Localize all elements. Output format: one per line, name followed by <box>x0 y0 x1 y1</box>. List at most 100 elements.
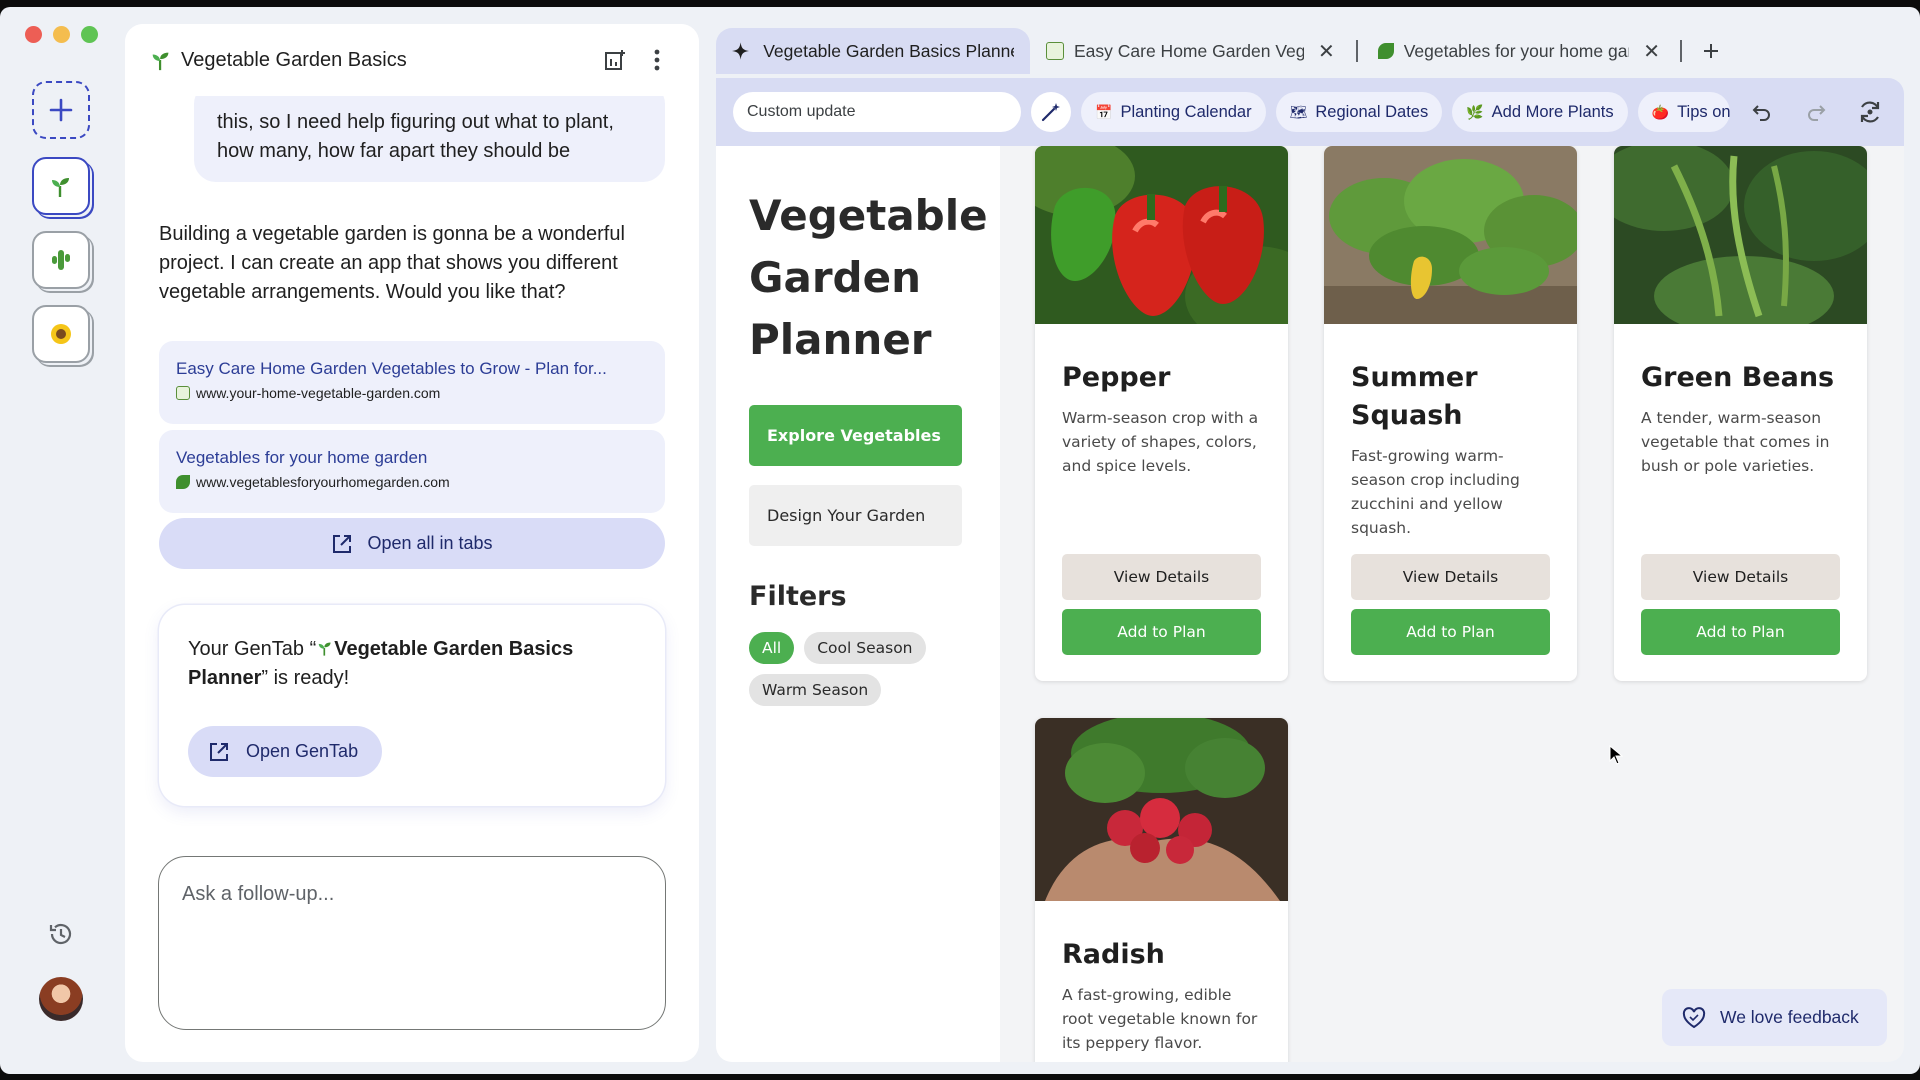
add-to-dashboard-button[interactable] <box>597 42 633 78</box>
close-window-button[interactable] <box>25 26 42 43</box>
card-actions: View Details Add to Plan <box>1641 554 1840 655</box>
open-external-icon <box>333 534 352 553</box>
feedback-button[interactable]: We love feedback <box>1662 989 1887 1046</box>
chip-label: Tips on <box>1677 102 1730 121</box>
plus-icon <box>49 98 73 122</box>
card-title: Green Beans <box>1641 362 1835 393</box>
window-controls <box>25 26 98 43</box>
close-tab-icon[interactable]: ✕ <box>1318 39 1335 64</box>
leaf-icon: 🌿 <box>1466 103 1484 120</box>
tab-easy-care[interactable]: Easy Care Home Garden Vegetables ✕ <box>1030 28 1352 74</box>
dashboard-add-icon <box>605 50 625 70</box>
card-actions: View Details Add to Plan <box>1062 554 1261 655</box>
sprout-icon <box>319 642 331 656</box>
site-favicon-icon <box>176 386 190 400</box>
view-details-button[interactable]: View Details <box>1641 554 1840 600</box>
project-cactus[interactable] <box>32 231 90 289</box>
more-vert-icon <box>654 49 660 71</box>
refresh-icon <box>1860 101 1879 123</box>
undo-icon <box>1752 105 1770 121</box>
source-link-vegetables[interactable]: Vegetables for your home garden www.vege… <box>159 430 665 513</box>
view-details-button[interactable]: View Details <box>1062 554 1261 600</box>
explore-vegetables-button[interactable]: Explore Vegetables <box>749 405 962 466</box>
chip-planting-calendar[interactable]: 📅 Planting Calendar <box>1081 92 1266 132</box>
add-to-plan-button[interactable]: Add to Plan <box>1641 609 1840 655</box>
avatar[interactable] <box>39 977 83 1021</box>
user-message: this, so I need help figuring out what t… <box>194 82 665 182</box>
close-tab-icon[interactable]: ✕ <box>1643 39 1660 64</box>
follow-up-input[interactable]: Ask a follow-up... <box>158 856 666 1030</box>
card-description: A fast-growing, edible root vegetable kn… <box>1062 986 1258 1052</box>
sunflower-icon <box>51 324 71 344</box>
follow-up-placeholder: Ask a follow-up... <box>182 883 335 905</box>
open-external-icon <box>210 742 228 761</box>
maximize-window-button[interactable] <box>81 26 98 43</box>
chip-label: Add More Plants <box>1491 102 1614 121</box>
source-url-row: www.vegetablesforyourhomegarden.com <box>176 474 648 490</box>
chat-title: Vegetable Garden Basics <box>181 48 407 71</box>
sprout-icon <box>152 52 169 71</box>
filter-cool-season[interactable]: Cool Season <box>804 632 926 664</box>
chip-add-more-plants[interactable]: 🌿 Add More Plants <box>1452 92 1628 132</box>
magic-wand-button[interactable] <box>1031 92 1071 132</box>
add-to-plan-button[interactable]: Add to Plan <box>1062 609 1261 655</box>
pepper-image <box>1035 146 1288 346</box>
leaf-favicon-icon <box>176 475 190 489</box>
tab-vegetables-home-garden[interactable]: Vegetables for your home garden ✕ <box>1362 28 1676 74</box>
redo-icon <box>1807 105 1826 121</box>
open-all-label: Open all in tabs <box>367 533 493 553</box>
chip-regional-dates[interactable]: 🗺 Regional Dates <box>1275 92 1443 132</box>
page-title: Vegetable Garden Planner <box>749 191 988 364</box>
tab-label: Easy Care Home Garden Vegetables <box>1074 40 1304 61</box>
squash-image <box>1324 146 1577 324</box>
refresh-button[interactable] <box>1848 92 1892 132</box>
filter-all[interactable]: All <box>749 632 795 664</box>
source-url: www.your-home-vegetable-garden.com <box>196 385 441 401</box>
view-details-button[interactable]: View Details <box>1351 554 1550 600</box>
source-url-row: www.your-home-vegetable-garden.com <box>176 385 648 401</box>
plus-icon <box>1704 44 1718 58</box>
gentab-ready-text: Your GenTab “Vegetable Garden Basics Pla… <box>188 635 636 693</box>
site-favicon-icon <box>1046 42 1064 60</box>
planner-sidebar: Vegetable Garden Planner Explore Vegetab… <box>716 146 1000 1062</box>
project-vegetable-garden[interactable] <box>32 157 90 215</box>
ready-suffix: ” is ready! <box>261 667 350 689</box>
sparkle-icon <box>732 42 750 60</box>
filter-chips: All Cool Season Warm Season <box>749 632 969 706</box>
card-description: Warm-season crop with a variety of shape… <box>1062 409 1259 475</box>
gentab-toolbar: 📅 Planting Calendar 🗺 Regional Dates 🌿 Add … <box>716 78 1904 146</box>
tab-label: Vegetables for your home garden <box>1403 40 1630 61</box>
chip-tips[interactable]: 🍅 Tips on <box>1637 92 1730 132</box>
open-all-in-tabs-button[interactable]: Open all in tabs <box>159 518 665 569</box>
leaf-favicon-icon <box>1378 43 1394 59</box>
design-garden-button[interactable]: Design Your Garden <box>749 485 962 546</box>
new-project-button[interactable] <box>32 81 90 139</box>
map-icon: 🗺 <box>1289 103 1308 120</box>
chip-label: Planting Calendar <box>1120 102 1252 121</box>
ready-prefix: Your GenTab “ <box>188 638 317 660</box>
tab-separator <box>1680 40 1682 62</box>
project-sunflower[interactable] <box>32 305 90 363</box>
redo-button[interactable] <box>1794 92 1838 132</box>
tab-separator <box>1356 40 1358 62</box>
history-button[interactable] <box>47 920 75 953</box>
mouse-cursor-icon <box>1609 745 1623 765</box>
tab-vegetable-planner[interactable]: Vegetable Garden Basics Planner <box>716 28 1030 74</box>
custom-update-input[interactable] <box>733 92 1021 132</box>
filter-warm-season[interactable]: Warm Season <box>749 674 882 706</box>
card-title: Summer Squash <box>1351 362 1478 431</box>
gentab-page: Vegetable Garden Planner Explore Vegetab… <box>716 146 1904 1062</box>
open-gentab-button[interactable]: Open GenTab <box>188 726 382 777</box>
history-icon <box>49 923 72 945</box>
chat-panel: Vegetable Garden Basics this, so I need … <box>125 24 699 1062</box>
more-options-button[interactable] <box>639 42 675 78</box>
source-link-easy-care[interactable]: Easy Care Home Garden Vegetables to Grow… <box>159 341 665 424</box>
gentab-ready-card: Your GenTab “Vegetable Garden Basics Pla… <box>159 605 665 806</box>
undo-button[interactable] <box>1740 92 1784 132</box>
minimize-window-button[interactable] <box>53 26 70 43</box>
card-description: Fast-growing warm-season crop including … <box>1351 447 1520 537</box>
new-tab-button[interactable] <box>1686 28 1736 74</box>
add-to-plan-button[interactable]: Add to Plan <box>1351 609 1550 655</box>
card-title: Radish <box>1062 939 1165 970</box>
source-title: Vegetables for your home garden <box>176 448 428 467</box>
